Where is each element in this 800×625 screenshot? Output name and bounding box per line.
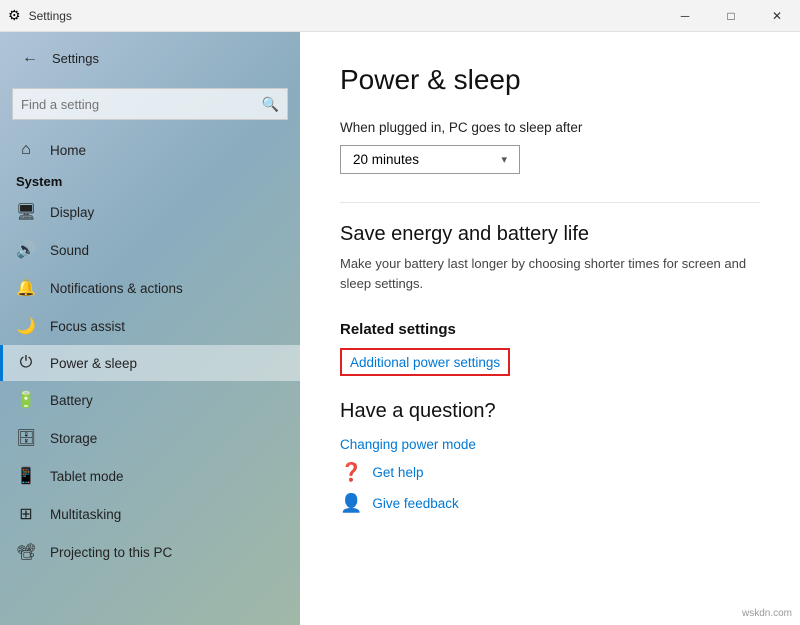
have-question-section: Have a question? Changing power mode ❓ G… [340, 400, 760, 514]
save-energy-group: Save energy and battery life Make your b… [340, 223, 760, 293]
related-settings-title: Related settings [340, 321, 760, 338]
sidebar-item-focus[interactable]: 🌙 Focus assist [0, 307, 300, 345]
power-icon: ⏻ [16, 354, 36, 372]
search-box[interactable]: 🔍 [12, 88, 288, 120]
search-input[interactable] [21, 97, 262, 112]
sleep-dropdown[interactable]: 20 minutes ▾ [340, 145, 520, 174]
divider-1 [340, 202, 760, 203]
app-icon: ⚙ [8, 7, 21, 24]
minimize-button[interactable]: ─ [662, 0, 708, 32]
title-bar: ⚙ Settings ─ □ ✕ [0, 0, 800, 32]
sidebar-nav-title: Settings [52, 51, 99, 66]
sidebar-item-storage[interactable]: 🗄 Storage [0, 419, 300, 457]
sidebar-item-battery[interactable]: 🔋 Battery [0, 381, 300, 419]
notifications-label: Notifications & actions [50, 281, 183, 296]
sidebar-item-home[interactable]: ⌂ Home [0, 132, 300, 168]
projecting-icon: 📽 [16, 542, 36, 562]
sidebar-item-notifications[interactable]: 🔔 Notifications & actions [0, 269, 300, 307]
watermark: wskdn.com [742, 608, 792, 619]
display-label: Display [50, 205, 94, 220]
get-help-item: ❓ Get help [340, 462, 760, 483]
title-bar-left: ⚙ Settings [8, 7, 72, 24]
maximize-button[interactable]: □ [708, 0, 754, 32]
multitasking-label: Multitasking [50, 507, 121, 522]
notifications-icon: 🔔 [16, 278, 36, 298]
get-help-link[interactable]: Get help [372, 465, 423, 480]
sleep-setting-group: When plugged in, PC goes to sleep after … [340, 120, 760, 174]
changing-power-link[interactable]: Changing power mode [340, 437, 476, 452]
sleep-dropdown-value: 20 minutes [353, 152, 419, 167]
search-icon: 🔍 [262, 96, 279, 113]
home-icon: ⌂ [16, 141, 36, 159]
sidebar-item-display[interactable]: 🖥 Display [0, 193, 300, 231]
focus-icon: 🌙 [16, 316, 36, 336]
multitasking-icon: ⊞ [16, 504, 36, 524]
sound-label: Sound [50, 243, 89, 258]
back-button[interactable]: ← [16, 44, 44, 72]
sidebar-item-projecting[interactable]: 📽 Projecting to this PC [0, 533, 300, 571]
title-bar-controls: ─ □ ✕ [662, 0, 800, 32]
additional-power-highlight-box: Additional power settings [340, 348, 510, 376]
power-label: Power & sleep [50, 356, 137, 371]
sidebar-item-sound[interactable]: 🔊 Sound [0, 231, 300, 269]
app-body: ← Settings 🔍 ⌂ Home System 🖥 Display 🔊 S… [0, 32, 800, 625]
sound-icon: 🔊 [16, 240, 36, 260]
changing-power-item: Changing power mode [340, 437, 760, 452]
have-question-title: Have a question? [340, 400, 760, 423]
related-settings-section: Related settings Additional power settin… [340, 321, 760, 376]
save-energy-title: Save energy and battery life [340, 223, 760, 246]
storage-icon: 🗄 [16, 428, 36, 448]
sidebar-item-power[interactable]: ⏻ Power & sleep [0, 345, 300, 381]
sidebar: ← Settings 🔍 ⌂ Home System 🖥 Display 🔊 S… [0, 32, 300, 625]
sleep-label: When plugged in, PC goes to sleep after [340, 120, 760, 135]
projecting-label: Projecting to this PC [50, 545, 172, 560]
close-button[interactable]: ✕ [754, 0, 800, 32]
sidebar-nav-top: ← Settings [0, 32, 300, 84]
feedback-link[interactable]: Give feedback [372, 496, 458, 511]
get-help-icon: ❓ [340, 462, 362, 483]
sidebar-section-label: System [0, 168, 300, 193]
battery-icon: 🔋 [16, 390, 36, 410]
additional-power-link[interactable]: Additional power settings [350, 355, 500, 370]
title-bar-title: Settings [29, 9, 72, 23]
feedback-icon: 👤 [340, 493, 362, 514]
sidebar-item-multitasking[interactable]: ⊞ Multitasking [0, 495, 300, 533]
dropdown-arrow-icon: ▾ [501, 153, 507, 166]
save-energy-desc: Make your battery last longer by choosin… [340, 254, 760, 293]
storage-label: Storage [50, 431, 97, 446]
home-label: Home [50, 143, 86, 158]
tablet-icon: 📱 [16, 466, 36, 486]
focus-label: Focus assist [50, 319, 125, 334]
display-icon: 🖥 [16, 202, 36, 222]
content-area: Power & sleep When plugged in, PC goes t… [300, 32, 800, 625]
sidebar-item-tablet[interactable]: 📱 Tablet mode [0, 457, 300, 495]
feedback-item: 👤 Give feedback [340, 493, 760, 514]
battery-label: Battery [50, 393, 93, 408]
tablet-label: Tablet mode [50, 469, 124, 484]
page-title: Power & sleep [340, 64, 760, 96]
